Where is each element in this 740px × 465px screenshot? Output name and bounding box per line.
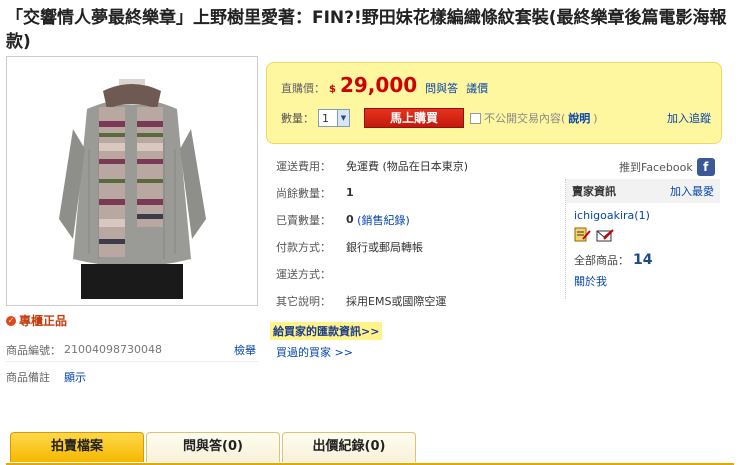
- quantity-line: 數量： 1 ▼ 馬上購買 不公開交易內容(說明) 加入追蹤: [281, 107, 711, 129]
- chevron-down-icon[interactable]: ▼: [337, 110, 349, 126]
- check-badge-icon: ✓: [6, 315, 16, 326]
- item-note-label: 商品備註: [6, 371, 50, 384]
- seller-total: 全部商品： 14: [574, 252, 720, 268]
- tab-qa[interactable]: 問與答(0): [146, 432, 280, 462]
- remittance-info-link[interactable]: 給買家的匯款資訊>>: [270, 322, 383, 340]
- detail-label: 付款方式：: [276, 240, 331, 254]
- quantity-value: 1: [322, 111, 329, 125]
- facebook-share-label: 推到Facebook: [619, 161, 693, 174]
- add-watch-link[interactable]: 加入追蹤: [667, 110, 711, 126]
- tab-bar: 拍賣檔案 問與答(0) 出價紀錄(0): [6, 430, 734, 465]
- show-note-link[interactable]: 顯示: [64, 369, 86, 385]
- quantity-select[interactable]: 1 ▼: [318, 109, 350, 127]
- detail-value: 採用EMS或國際空運: [346, 294, 447, 308]
- item-note-row: 商品備註 顯示: [6, 365, 258, 389]
- purchase-panel: 直購價： $ 29,000 問與答 議價 數量： 1 ▼ 馬上購買 不公開交易內…: [266, 62, 722, 144]
- verified-id-icon: [574, 227, 592, 243]
- quantity-label: 數量：: [281, 112, 314, 125]
- private-deal-option: 不公開交易內容(說明): [470, 110, 598, 126]
- seller-icons: [574, 227, 720, 243]
- seller-header: 賣家資訊 加入最愛: [566, 179, 720, 203]
- product-photo-frame: [6, 56, 258, 306]
- detail-row: 尚餘數量： 1: [276, 179, 566, 206]
- about-seller-link[interactable]: 關於我: [574, 273, 720, 289]
- detail-row: 運送方式：: [276, 260, 566, 287]
- detail-row: 其它說明： 採用EMS或國際空運: [276, 287, 566, 314]
- private-deal-label: 不公開交易內容(: [484, 112, 566, 125]
- item-id-row: 商品編號： 21004098730048 檢舉: [6, 338, 258, 362]
- private-deal-help-link[interactable]: 說明: [568, 110, 590, 126]
- seller-panel: 賣家資訊 加入最愛 ichigoakira(1) 全部商品： 14 關於我: [565, 179, 720, 299]
- total-items-label: 全部商品：: [574, 254, 629, 267]
- seller-name-link[interactable]: ichigoakira(1): [574, 209, 720, 222]
- buy-now-button[interactable]: 馬上購買: [364, 108, 464, 128]
- price-label: 直購價：: [281, 82, 325, 95]
- private-deal-close: ): [593, 111, 598, 125]
- facebook-share[interactable]: 推到Facebook f: [619, 158, 715, 176]
- past-buyers-link[interactable]: 買過的買家 >>: [276, 344, 353, 360]
- detail-row: 運送費用： 免運費 (物品在日本東京): [276, 152, 566, 179]
- detail-value: 銀行或郵局轉帳: [346, 240, 423, 254]
- detail-label: 已賣數量：: [276, 213, 331, 227]
- tab-auction-info[interactable]: 拍賣檔案: [10, 432, 144, 462]
- tab-bid-history[interactable]: 出價紀錄(0): [282, 432, 416, 462]
- sales-record-link[interactable]: (銷售紀錄): [357, 212, 410, 228]
- detail-label: 運送費用：: [276, 159, 331, 173]
- detail-label: 其它說明：: [276, 294, 331, 308]
- detail-value: 免運費 (物品在日本東京): [346, 159, 469, 173]
- item-id-value: 21004098730048: [64, 343, 162, 356]
- price-line: 直購價： $ 29,000 問與答 議價: [281, 73, 488, 97]
- detail-value: 0: [346, 213, 354, 226]
- product-photo[interactable]: [59, 69, 206, 299]
- detail-label: 運送方式：: [276, 267, 331, 281]
- facebook-icon[interactable]: f: [696, 158, 715, 176]
- official-badge: ✓ 專櫃正品: [6, 312, 67, 329]
- currency-symbol: $: [329, 84, 336, 95]
- total-items-value[interactable]: 14: [633, 252, 652, 268]
- report-link[interactable]: 檢舉: [234, 342, 256, 358]
- seller-heading: 賣家資訊: [572, 185, 616, 198]
- price-amount: 29,000: [339, 73, 418, 97]
- private-deal-checkbox[interactable]: [470, 112, 481, 124]
- bargain-link[interactable]: 議價: [466, 80, 488, 96]
- detail-value: 1: [346, 186, 354, 199]
- verified-mail-icon: [596, 227, 614, 243]
- item-details: 運送費用： 免運費 (物品在日本東京) 尚餘數量： 1 已賣數量： 0 (銷售紀…: [276, 152, 566, 314]
- item-id-label: 商品編號：: [6, 343, 61, 357]
- official-label: 專櫃正品: [19, 314, 68, 328]
- qa-link[interactable]: 問與答: [425, 80, 458, 96]
- add-favorite-link[interactable]: 加入最愛: [670, 183, 714, 199]
- page-title: 「交響情人夢最終樂章」上野樹里愛著：FIN?!野田妹花樣編織條紋套裝(最終樂章後…: [6, 8, 727, 52]
- detail-label: 尚餘數量：: [276, 186, 331, 200]
- detail-row: 付款方式： 銀行或郵局轉帳: [276, 233, 566, 260]
- detail-row: 已賣數量： 0 (銷售紀錄): [276, 206, 566, 233]
